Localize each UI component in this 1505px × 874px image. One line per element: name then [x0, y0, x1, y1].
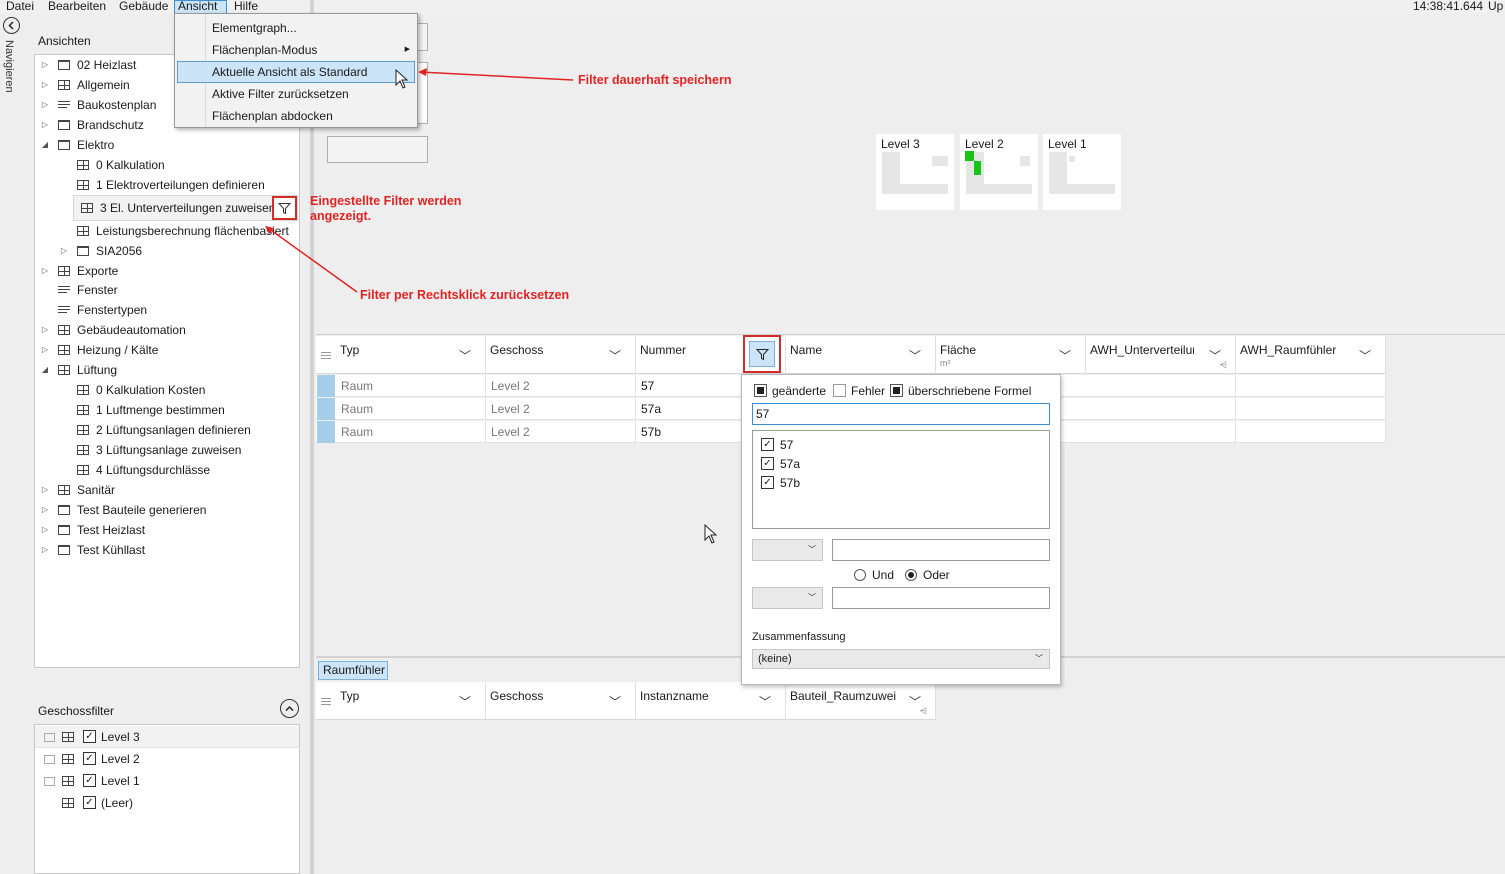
annotation-arrowhead-1 [418, 68, 427, 76]
annotation-filter-angezeigt-1: Eingestellte Filter werden [310, 194, 462, 208]
annotation-filter-speichern: Filter dauerhaft speichern [578, 73, 732, 87]
annotation-filter-angezeigt-2: angezeigt. [310, 209, 372, 223]
annotation-arrow-1 [419, 71, 574, 81]
annotation-arrow-3 [267, 227, 358, 293]
annotation-arrowhead-3 [265, 226, 274, 234]
annotation-arrows [265, 68, 574, 293]
annotation-rechtsklick: Filter per Rechtsklick zurücksetzen [360, 288, 570, 302]
